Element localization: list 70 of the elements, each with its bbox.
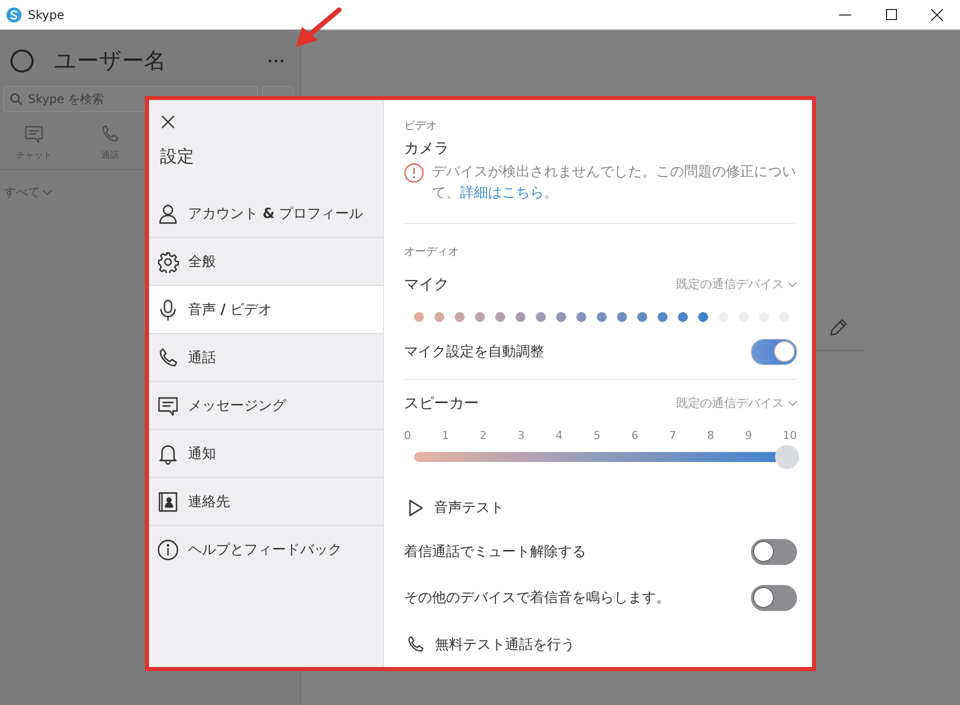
- sound-test-button[interactable]: 音声テスト: [434, 499, 504, 517]
- info-icon: [157, 539, 179, 561]
- section-heading: オーディオ: [404, 244, 460, 259]
- app-logo-icon: [6, 6, 22, 22]
- chevron-down-icon: [788, 400, 797, 406]
- menu-item-label: 全般: [188, 252, 216, 270]
- close-icon[interactable]: [161, 115, 175, 129]
- chevron-down-icon: [43, 190, 52, 196]
- setting-label: その他のデバイスで着信音を鳴らします。: [404, 589, 670, 607]
- tick-label: 3: [518, 429, 525, 442]
- menu-item-label: 音声 / ビデオ: [188, 300, 272, 318]
- menu-item-label: 連絡先: [188, 492, 230, 510]
- tick-label: 10: [782, 429, 797, 442]
- settings-menu-item[interactable]: アカウント & プロフィール: [149, 190, 383, 238]
- menu-item-label: 通話: [188, 348, 216, 366]
- tick-label: 6: [631, 429, 638, 442]
- menu-item-label: メッセージング: [188, 396, 286, 414]
- settings-menu-item[interactable]: 連絡先: [149, 478, 383, 526]
- settings-menu-item[interactable]: 通知: [149, 430, 383, 478]
- chevron-down-icon: [788, 282, 797, 288]
- toggle-switch[interactable]: [751, 585, 797, 611]
- bell-icon: [157, 442, 179, 464]
- details-link[interactable]: 詳細はこちら: [460, 185, 544, 201]
- search-icon: [10, 93, 22, 105]
- error-message: デバイスが検出されませんでした。この問題の修正について、詳細はこちら。: [432, 163, 797, 203]
- tick-label: 5: [593, 429, 600, 442]
- maximize-icon[interactable]: [886, 9, 896, 20]
- avatar-icon[interactable]: [10, 49, 34, 73]
- settings-menu-item[interactable]: メッセージング: [149, 382, 383, 430]
- minimize-icon[interactable]: [839, 14, 851, 16]
- settings-icon: [157, 250, 179, 272]
- menu-item-label: 通知: [188, 444, 216, 462]
- menu-item-label: アカウント & プロフィール: [188, 204, 364, 222]
- phone-icon: [406, 635, 425, 654]
- user-name: ユーザー名: [54, 48, 167, 76]
- settings-menu-item[interactable]: ヘルプとフィードバック: [149, 526, 383, 574]
- toggle-switch[interactable]: [751, 339, 797, 365]
- tick-label: 1: [442, 429, 449, 442]
- tick-label: 9: [745, 429, 752, 442]
- toggle-switch[interactable]: [751, 539, 797, 565]
- contact-card-icon: [157, 490, 179, 512]
- person-icon: [157, 202, 179, 224]
- speaker-label: スピーカー: [404, 394, 479, 413]
- warning-icon: [404, 163, 424, 183]
- camera-label: カメラ: [404, 139, 450, 158]
- tick-label: 2: [480, 429, 487, 442]
- pencil-icon[interactable]: [828, 318, 848, 338]
- message-icon: [157, 394, 179, 416]
- settings-title: 設定: [160, 146, 195, 168]
- microphone-label: マイク: [404, 275, 449, 294]
- section-heading: ビデオ: [404, 118, 438, 133]
- window-title: Skype: [28, 8, 66, 22]
- close-icon[interactable]: [931, 8, 943, 20]
- message-icon: [24, 124, 44, 144]
- test-call-button[interactable]: 無料テスト通話を行う: [435, 636, 575, 654]
- menu-item-label: ヘルプとフィードバック: [188, 541, 342, 559]
- play-icon: [408, 499, 424, 517]
- volume-slider[interactable]: [414, 445, 799, 469]
- tick-label: 7: [669, 429, 676, 442]
- setting-label: 着信通話でミュート解除する: [404, 543, 586, 561]
- tick-label: 4: [556, 429, 563, 442]
- settings-menu-item[interactable]: 通話: [149, 334, 383, 382]
- tick-label: 8: [707, 429, 714, 442]
- slider-thumb[interactable]: [775, 445, 799, 469]
- setting-label: マイク設定を自動調整: [404, 343, 544, 361]
- phone-icon: [100, 124, 120, 144]
- phone-icon: [157, 346, 179, 368]
- more-icon[interactable]: [268, 59, 284, 63]
- settings-menu-item[interactable]: 音声 / ビデオ: [149, 286, 383, 334]
- tick-label: 0: [404, 429, 411, 442]
